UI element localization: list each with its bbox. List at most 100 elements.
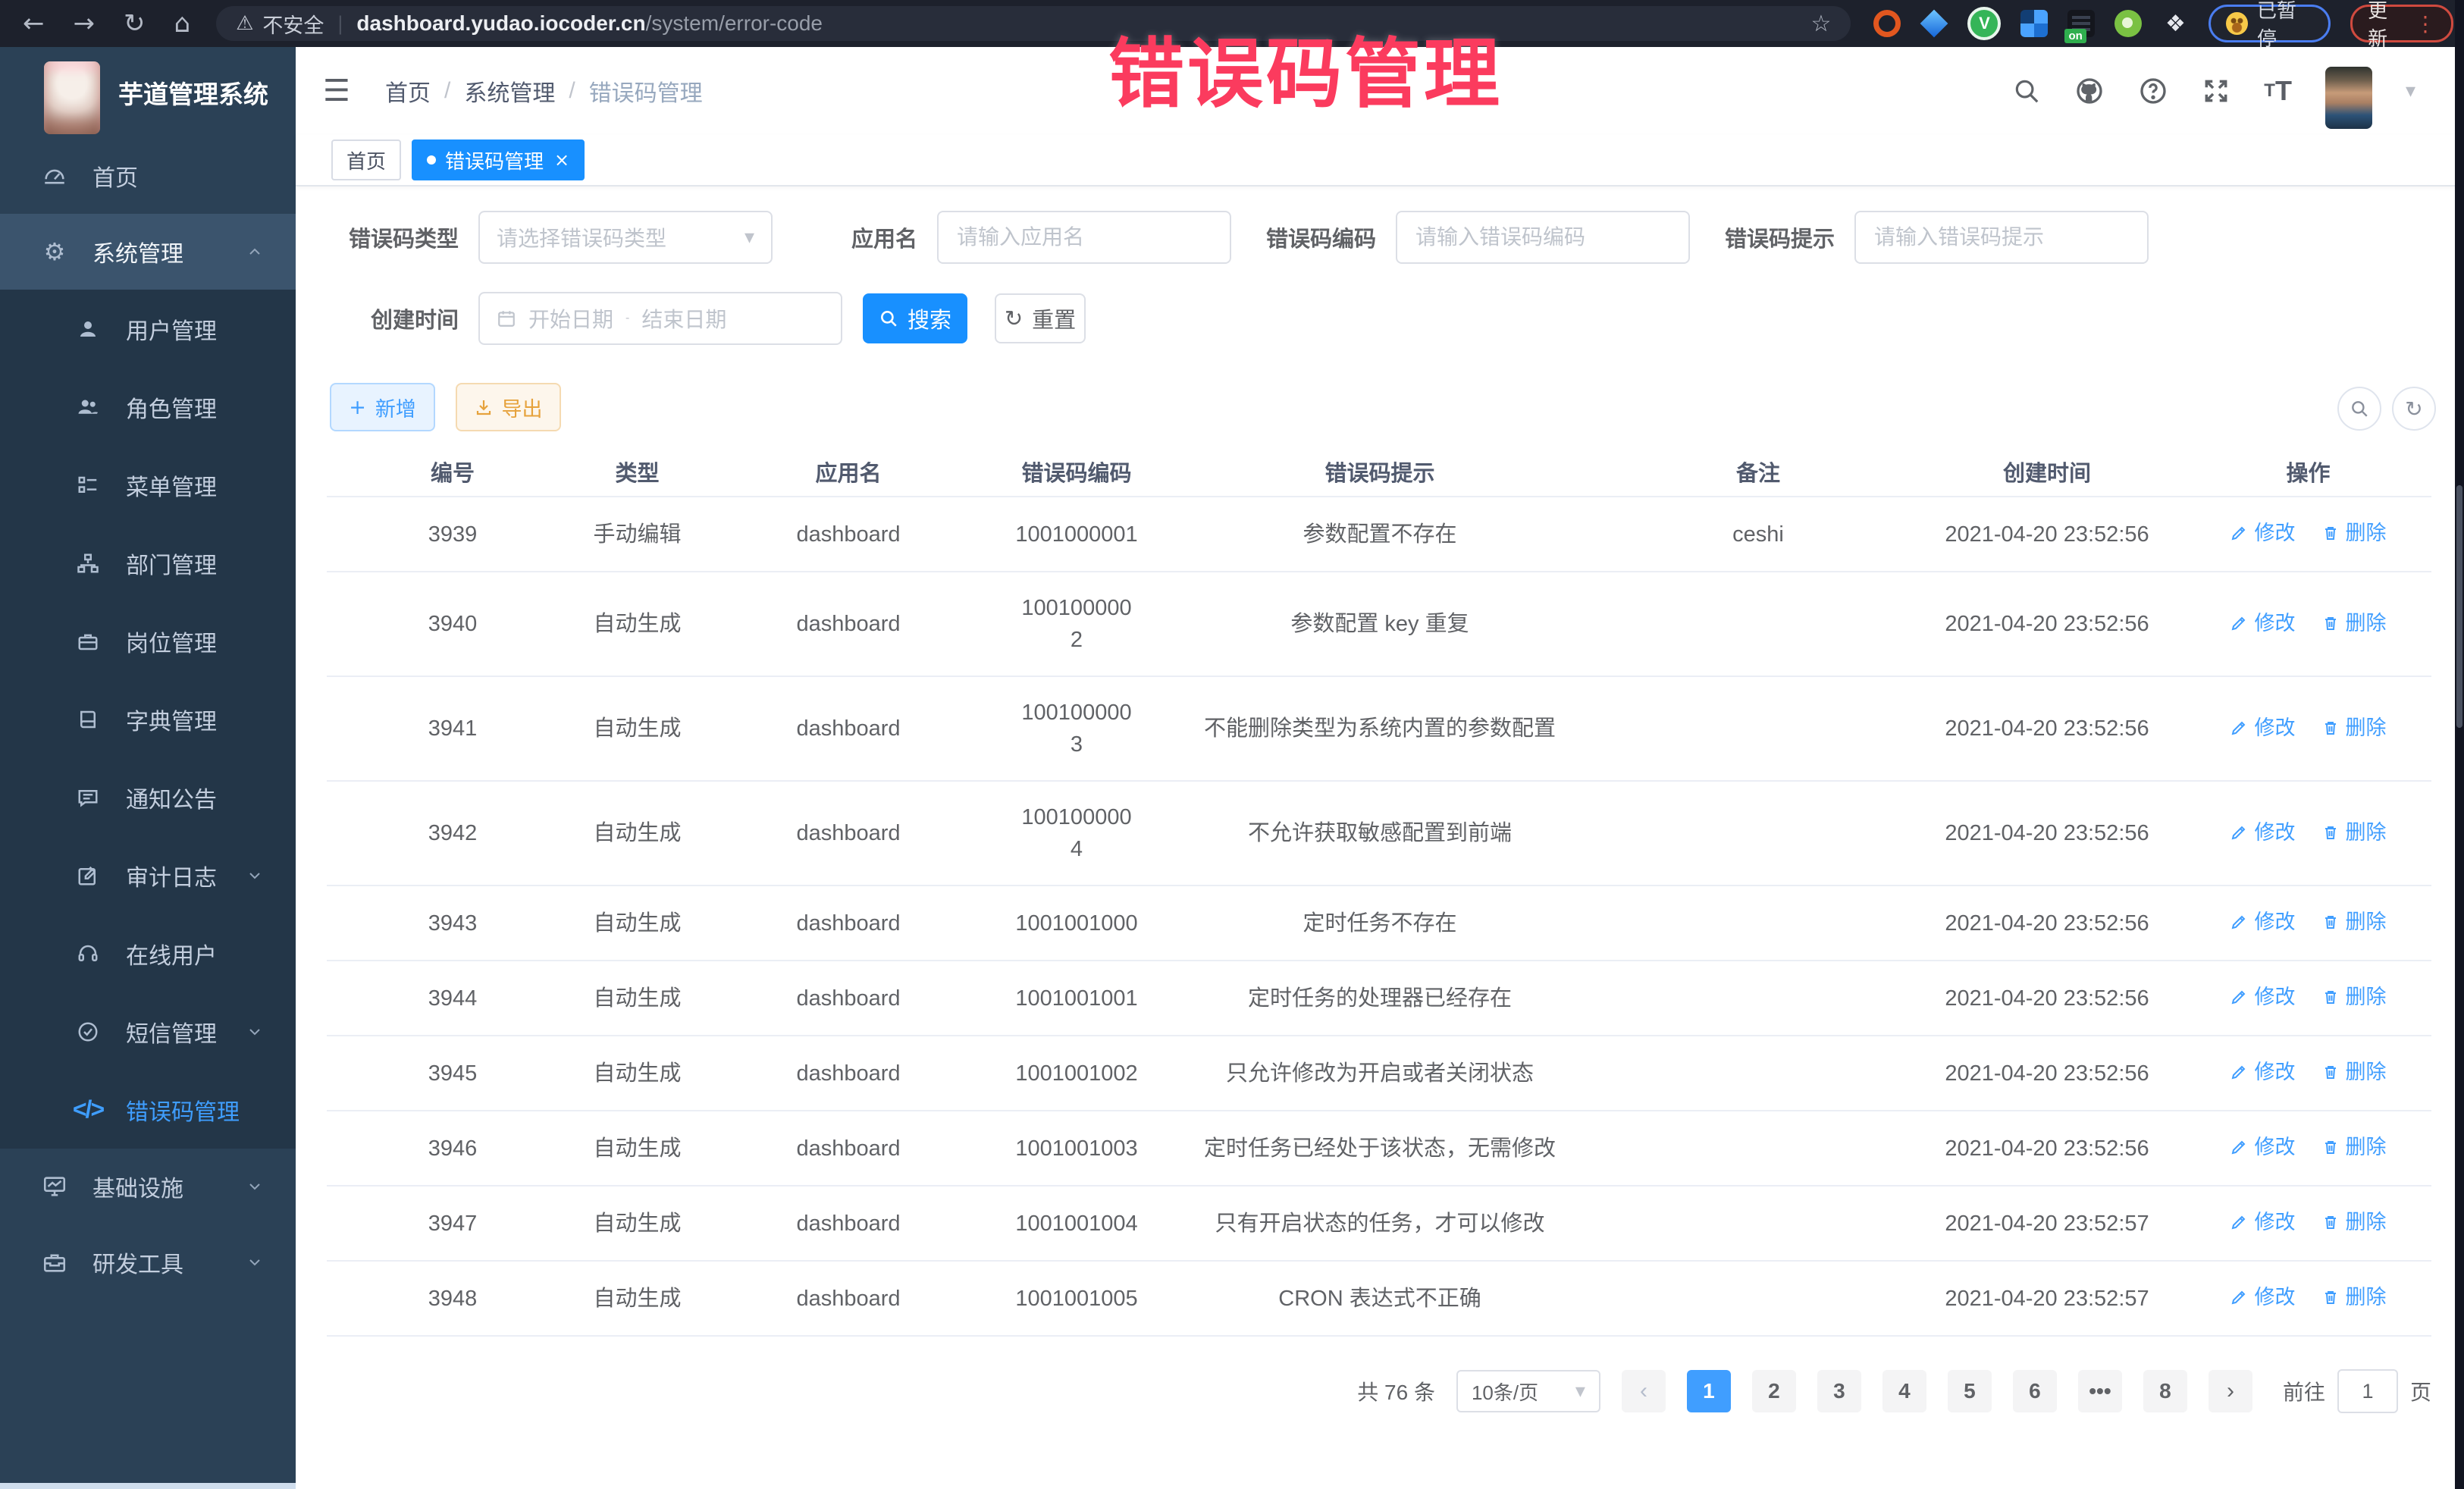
- extension-icon-grid[interactable]: [2020, 10, 2048, 37]
- sidebar-scrollbar[interactable]: [0, 1483, 296, 1489]
- prev-page-button[interactable]: ‹: [1622, 1370, 1666, 1412]
- edit-link[interactable]: 修改: [2230, 906, 2295, 938]
- sidebar-logo-row[interactable]: 芋道管理系统: [0, 47, 296, 138]
- browser-forward-icon[interactable]: →: [74, 8, 96, 39]
- delete-link[interactable]: 删除: [2321, 517, 2387, 549]
- github-icon[interactable]: [2074, 76, 2105, 106]
- sidebar-item-home[interactable]: 首页: [0, 138, 296, 214]
- browser-reload-icon[interactable]: ↻: [124, 8, 146, 39]
- delete-link[interactable]: 删除: [2321, 1056, 2387, 1088]
- sidebar-item-posts[interactable]: 岗位管理: [0, 602, 296, 680]
- help-icon[interactable]: [2138, 76, 2168, 106]
- page-button-2[interactable]: 2: [1752, 1370, 1796, 1412]
- add-button[interactable]: + 新增: [330, 383, 435, 431]
- scrollbar-thumb[interactable]: [2456, 485, 2462, 728]
- edit-link[interactable]: 修改: [2230, 817, 2295, 848]
- error-msg-input[interactable]: [1873, 224, 2130, 250]
- browser-home-icon[interactable]: ⌂: [174, 8, 191, 39]
- page-scrollbar[interactable]: [2455, 0, 2464, 1489]
- sidebar-item-infrastructure[interactable]: 基础设施: [0, 1149, 296, 1224]
- export-button[interactable]: 导出: [456, 383, 561, 431]
- search-button[interactable]: 搜索: [863, 293, 967, 343]
- delete-link[interactable]: 删除: [2321, 817, 2387, 848]
- table-row[interactable]: 3947 自动生成 dashboard 1001001004 只有开启状态的任务…: [327, 1186, 2431, 1261]
- error-type-select[interactable]: 请选择错误码类型 ▾: [478, 211, 773, 264]
- sidebar-item-menus[interactable]: 菜单管理: [0, 446, 296, 524]
- sidebar-item-online-users[interactable]: 在线用户: [0, 914, 296, 992]
- delete-link[interactable]: 删除: [2321, 1131, 2387, 1163]
- sidebar-item-dev-tools[interactable]: 研发工具: [0, 1224, 296, 1300]
- browser-update-button[interactable]: 更新 ⋮: [2350, 5, 2453, 42]
- sidebar-item-roles[interactable]: 角色管理: [0, 368, 296, 446]
- page-ellipsis[interactable]: •••: [2078, 1370, 2122, 1412]
- extension-icon-gem[interactable]: [1920, 10, 1948, 37]
- security-label[interactable]: 不安全: [262, 9, 324, 39]
- edit-link[interactable]: 修改: [2230, 1131, 2295, 1163]
- error-code-input[interactable]: [1414, 224, 1672, 250]
- sidebar-item-system[interactable]: ⚙ 系统管理: [0, 214, 296, 290]
- sidebar-item-notice[interactable]: 通知公告: [0, 758, 296, 836]
- breadcrumb-home[interactable]: 首页: [385, 74, 431, 108]
- table-row[interactable]: 3943 自动生成 dashboard 1001001000 定时任务不存在 2…: [327, 886, 2431, 961]
- table-row[interactable]: 3946 自动生成 dashboard 1001001003 定时任务已经处于该…: [327, 1111, 2431, 1186]
- tag-error-code[interactable]: 错误码管理 ×: [412, 139, 585, 180]
- browser-menu-dots-icon[interactable]: ⋮: [2415, 11, 2436, 36]
- edit-link[interactable]: 修改: [2230, 517, 2295, 549]
- refresh-table-button[interactable]: ↻: [2392, 387, 2436, 431]
- fullscreen-icon[interactable]: [2202, 77, 2230, 105]
- browser-back-icon[interactable]: ←: [23, 8, 45, 39]
- sidebar-item-sms[interactable]: 短信管理: [0, 992, 296, 1071]
- goto-page-input[interactable]: [2337, 1369, 2398, 1413]
- table-row[interactable]: 3944 自动生成 dashboard 1001001001 定时任务的处理器已…: [327, 961, 2431, 1036]
- table-row[interactable]: 3948 自动生成 dashboard 1001001005 CRON 表达式不…: [327, 1261, 2431, 1336]
- edit-link[interactable]: 修改: [2230, 1281, 2295, 1313]
- edit-link[interactable]: 修改: [2230, 712, 2295, 744]
- app-name-input[interactable]: [955, 224, 1213, 250]
- user-avatar[interactable]: [2325, 67, 2372, 129]
- page-button-8[interactable]: 8: [2143, 1370, 2187, 1412]
- page-button-1[interactable]: 1: [1687, 1370, 1731, 1412]
- tag-close-icon[interactable]: ×: [554, 149, 569, 171]
- delete-link[interactable]: 删除: [2321, 981, 2387, 1013]
- table-row[interactable]: 3939 手动编辑 dashboard 1001000001 参数配置不存在 c…: [327, 497, 2431, 572]
- hamburger-icon[interactable]: ☰: [323, 47, 350, 135]
- tag-home[interactable]: 首页: [331, 139, 401, 180]
- table-row[interactable]: 3940 自动生成 dashboard 1001000002 参数配置 key …: [327, 572, 2431, 676]
- page-button-5[interactable]: 5: [1948, 1370, 1992, 1412]
- sidebar-item-dict[interactable]: 字典管理: [0, 680, 296, 758]
- page-button-4[interactable]: 4: [1882, 1370, 1926, 1412]
- font-size-icon[interactable]: TT: [2264, 75, 2292, 107]
- extensions-puzzle-icon[interactable]: ❖: [2161, 10, 2189, 37]
- delete-link[interactable]: 删除: [2321, 1206, 2387, 1238]
- edit-link[interactable]: 修改: [2230, 1056, 2295, 1088]
- delete-link[interactable]: 删除: [2321, 906, 2387, 938]
- edit-link[interactable]: 修改: [2230, 981, 2295, 1013]
- edit-link[interactable]: 修改: [2230, 607, 2295, 639]
- extension-icon-vue[interactable]: V: [1967, 7, 2001, 40]
- edit-link[interactable]: 修改: [2230, 1206, 2295, 1238]
- sidebar-item-departments[interactable]: 部门管理: [0, 524, 296, 602]
- page-size-select[interactable]: 10条/页 ▾: [1456, 1370, 1600, 1412]
- delete-link[interactable]: 删除: [2321, 607, 2387, 639]
- delete-link[interactable]: 删除: [2321, 712, 2387, 744]
- toggle-search-button[interactable]: [2337, 387, 2381, 431]
- bookmark-star-icon[interactable]: ☆: [1811, 11, 1832, 37]
- date-range-picker[interactable]: 开始日期 - 结束日期: [478, 292, 842, 345]
- delete-link[interactable]: 删除: [2321, 1281, 2387, 1313]
- table-row[interactable]: 3945 自动生成 dashboard 1001001002 只允许修改为开启或…: [327, 1036, 2431, 1111]
- extension-icon-switcher[interactable]: on: [2067, 10, 2095, 37]
- extension-icon-key[interactable]: [2114, 10, 2142, 37]
- page-button-6[interactable]: 6: [2013, 1370, 2057, 1412]
- reset-button[interactable]: ↻ 重置: [995, 293, 1086, 343]
- table-row[interactable]: 3942 自动生成 dashboard 1001000004 不允许获取敏感配置…: [327, 781, 2431, 886]
- extension-icon-orange[interactable]: [1873, 10, 1901, 37]
- sidebar-item-users[interactable]: 用户管理: [0, 290, 296, 368]
- avatar-caret-icon[interactable]: ▾: [2406, 80, 2415, 102]
- paused-extension-pill[interactable]: 已暂停: [2209, 5, 2331, 42]
- page-button-3[interactable]: 3: [1817, 1370, 1861, 1412]
- table-row[interactable]: 3941 自动生成 dashboard 1001000003 不能删除类型为系统…: [327, 676, 2431, 781]
- sidebar-item-audit-log[interactable]: 审计日志: [0, 836, 296, 914]
- sidebar-item-error-code[interactable]: </> 错误码管理: [0, 1071, 296, 1149]
- next-page-button[interactable]: ›: [2209, 1370, 2252, 1412]
- address-bar[interactable]: ⚠ 不安全 | dashboard.yudao.iocoder.cn /syst…: [216, 6, 1851, 41]
